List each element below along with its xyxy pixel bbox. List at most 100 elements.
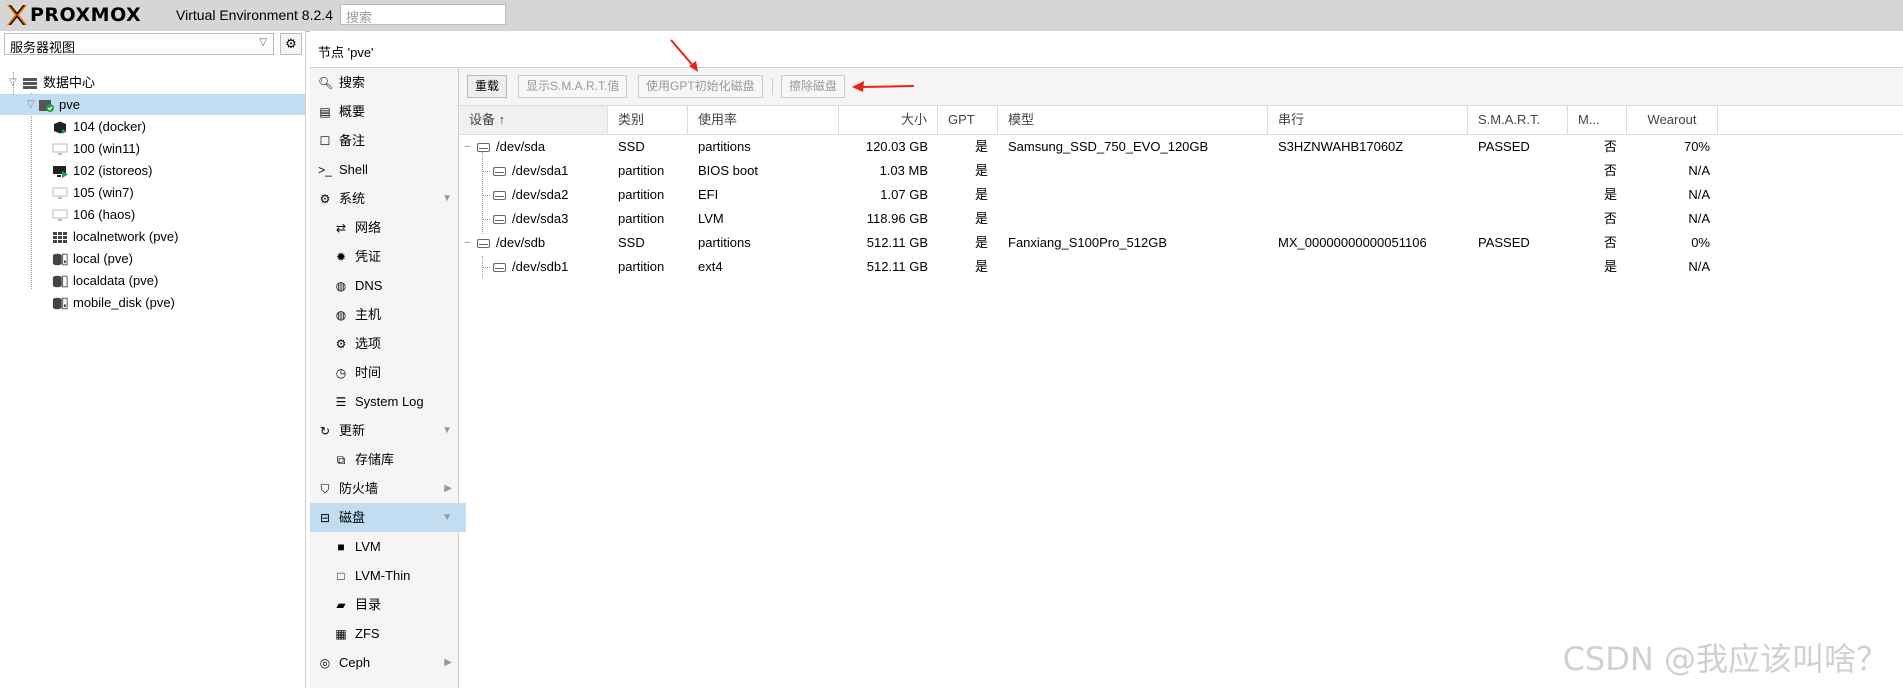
chevron-down-icon[interactable]: ▼ [442, 503, 452, 532]
chevron-right-icon[interactable]: ▶ [444, 648, 452, 677]
reload-button[interactable]: 重载 [467, 75, 508, 98]
init-gpt-button[interactable]: 使用GPT初始化磁盘 [638, 75, 763, 98]
tree-item-105[interactable]: 105 (win7) [0, 182, 305, 203]
chevron-right-icon[interactable]: ▶ [444, 474, 452, 503]
column-header-device[interactable]: 设备 ↑ [459, 106, 608, 134]
search-input[interactable]: 搜索 [340, 4, 506, 25]
nav-item-repositories[interactable]: ⧉ 存储库 [310, 445, 482, 474]
nav-item-search[interactable]: 🔍︎ 搜索 [310, 68, 466, 97]
nav-item-disks[interactable]: ⊟ 磁盘 ▼ [310, 503, 466, 532]
collapse-icon[interactable]: ▽ [27, 94, 35, 115]
nav-item-zfs[interactable]: ▦ ZFS [310, 619, 482, 648]
nav-item-label: 主机 [355, 307, 382, 322]
tree-item-104[interactable]: 104 (docker) [0, 116, 305, 137]
tree-item-label: 102 (istoreos) [73, 163, 153, 178]
type-cell: partition [618, 259, 665, 274]
column-header-gpt[interactable]: GPT [938, 106, 998, 134]
datacenter-icon [23, 78, 37, 90]
collapse-icon[interactable]: − [464, 231, 470, 255]
nav-item-certificates[interactable]: ✹ 凭证 [310, 242, 482, 271]
annotation-arrow-icon [852, 81, 915, 92]
view-selector[interactable]: 服务器视图 ▽ [4, 33, 274, 55]
wipe-disk-button[interactable]: 擦除磁盘 [781, 75, 846, 98]
table-row[interactable]: /dev/sdb1 partition ext4 512.11 GB 是 是 N… [459, 255, 1903, 279]
repository-icon: ⧉ [336, 453, 346, 467]
nav-item-lvm[interactable]: ■ LVM [310, 532, 482, 561]
gear-icon[interactable]: ⚙ [280, 33, 302, 55]
column-header-smart[interactable]: S.M.A.R.T. [1468, 106, 1568, 134]
nav-item-label: 磁盘 [339, 510, 366, 525]
nav-item-time[interactable]: ◷ 时间 [310, 358, 482, 387]
tree-item-label: local (pve) [73, 251, 133, 266]
column-header-mounted[interactable]: M... [1568, 106, 1627, 134]
nav-item-firewall[interactable]: ⛉ 防火墙 ▶ [310, 474, 466, 503]
table-row[interactable]: − /dev/sda SSD partitions 120.03 GB 是 Sa… [459, 135, 1903, 159]
collapse-icon[interactable]: − [464, 135, 470, 159]
tree-item-localdata[interactable]: localdata (pve) [0, 270, 305, 291]
nav-item-system[interactable]: ⚙ 系统 ▼ [310, 184, 466, 213]
nav-item-label: LVM [355, 539, 381, 554]
nav-item-summary[interactable]: ▤ 概要 [310, 97, 466, 126]
tree-item-localnetwork[interactable]: localnetwork (pve) [0, 226, 305, 247]
vm-icon [52, 209, 68, 222]
tree-item-label: 数据中心 [43, 75, 96, 90]
storage-icon [52, 297, 68, 310]
notes-icon: ☐ [319, 134, 331, 148]
nav-item-ceph[interactable]: ◎ Ceph ▶ [310, 648, 466, 677]
column-header-serial[interactable]: 串行 [1268, 106, 1468, 134]
tree-item-local[interactable]: local (pve) [0, 248, 305, 269]
column-header-model[interactable]: 模型 [998, 106, 1268, 134]
tree-item-label: localnetwork (pve) [73, 229, 179, 244]
nav-item-directory[interactable]: ▰ 目录 [310, 590, 482, 619]
show-smart-button[interactable]: 显示S.M.A.R.T.值 [518, 75, 628, 98]
table-row[interactable]: /dev/sda2 partition EFI 1.07 GB 是 是 N/A [459, 183, 1903, 207]
storage-icon [52, 275, 68, 288]
disk-icon [477, 239, 490, 249]
version-label: Virtual Environment 8.2.4 [176, 7, 333, 23]
nav-item-dns[interactable]: ◍ DNS [310, 271, 482, 300]
chevron-down-icon[interactable]: ▼ [442, 416, 452, 445]
table-row[interactable]: /dev/sda1 partition BIOS boot 1.03 MB 是 … [459, 159, 1903, 183]
nav-item-shell[interactable]: >_ Shell [310, 155, 466, 184]
disk-icon [493, 191, 506, 201]
tree-item-label: 106 (haos) [73, 207, 136, 222]
nav-item-hosts[interactable]: ◍ 主机 [310, 300, 482, 329]
type-cell: partition [618, 187, 665, 202]
tree-item-102[interactable]: 102 (istoreos) [0, 160, 305, 181]
annotation-arrow-icon [670, 39, 698, 72]
nav-item-updates[interactable]: ↻ 更新 ▼ [310, 416, 466, 445]
column-header-size[interactable]: 大小 [839, 106, 938, 134]
proxmox-logo[interactable]: PROXMOX [6, 4, 141, 26]
breadcrumb: 节点 'pve' [318, 45, 374, 60]
node-nav-menu: 🔍︎ 搜索 ▤ 概要 ☐ 备注 >_ Shell ⚙ 系统 ▼ ⇄ 网络 ✹ 凭证 ◍ DNS ◍… [310, 68, 466, 688]
nav-item-notes[interactable]: ☐ 备注 [310, 126, 466, 155]
column-header-wearout[interactable]: Wearout [1627, 106, 1718, 134]
nav-item-system-log[interactable]: ☰ System Log [310, 387, 482, 416]
gears-icon: ⚙ [319, 192, 331, 206]
mounted-cell: 否 [1603, 235, 1617, 250]
table-row[interactable]: − /dev/sdb SSD partitions 512.11 GB 是 Fa… [459, 231, 1903, 255]
column-header-usage[interactable]: 使用率 [688, 106, 839, 134]
chevron-down-icon[interactable]: ▼ [442, 184, 452, 213]
zfs-icon: ▦ [335, 627, 347, 641]
summary-icon: ▤ [319, 105, 331, 119]
tree-item-100[interactable]: 100 (win11) [0, 138, 305, 159]
table-row[interactable]: /dev/sda3 partition LVM 118.96 GB 是 否 N/… [459, 207, 1903, 231]
nav-item-network[interactable]: ⇄ 网络 [310, 213, 482, 242]
collapse-icon[interactable]: ▽ [9, 72, 17, 93]
column-header-type[interactable]: 类别 [608, 106, 688, 134]
tree-item-pve[interactable]: ▽ pve [0, 94, 305, 115]
vm-running-icon [53, 166, 68, 179]
tree-item-datacenter[interactable]: ▽ 数据中心 [0, 72, 305, 93]
nav-item-label: 目录 [355, 597, 382, 612]
lvm-thin-icon: □ [337, 569, 345, 583]
tree-item-mobile-disk[interactable]: mobile_disk (pve) [0, 292, 305, 313]
tree-item-label: pve [59, 97, 80, 112]
nav-item-lvm-thin[interactable]: □ LVM-Thin [310, 561, 482, 590]
certificate-icon: ✹ [335, 250, 347, 264]
mounted-cell: 否 [1603, 211, 1617, 226]
gpt-cell: 是 [974, 187, 988, 202]
type-cell: SSD [618, 235, 645, 250]
tree-item-106[interactable]: 106 (haos) [0, 204, 305, 225]
nav-item-options[interactable]: ⚙ 选项 [310, 329, 482, 358]
